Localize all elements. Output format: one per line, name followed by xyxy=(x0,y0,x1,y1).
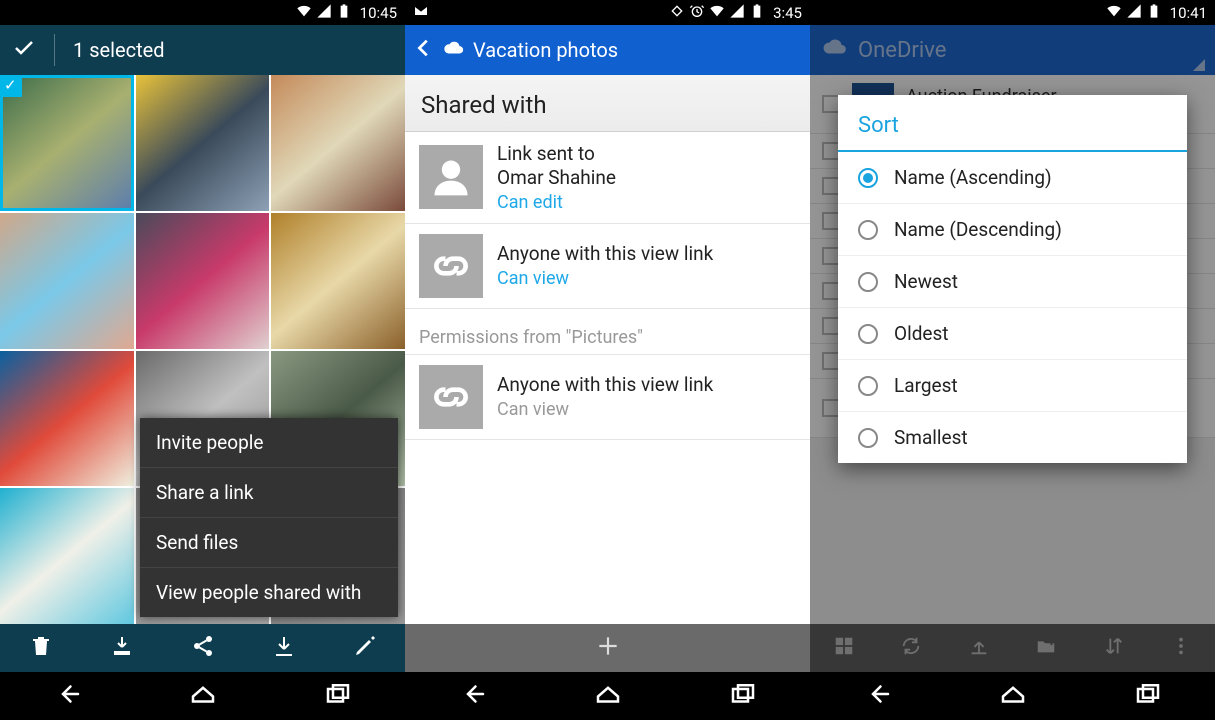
add-toolbar xyxy=(405,624,810,672)
photo-thumb[interactable] xyxy=(0,488,134,624)
status-bar: 10:41 xyxy=(810,0,1215,25)
radio-icon[interactable] xyxy=(858,220,878,240)
folder-title: Vacation photos xyxy=(473,38,618,62)
battery-icon xyxy=(1146,3,1162,23)
battery-icon xyxy=(749,3,765,23)
android-nav-bar xyxy=(810,672,1215,720)
recents-icon[interactable] xyxy=(728,679,758,713)
radio-icon[interactable] xyxy=(858,272,878,292)
person-avatar-icon xyxy=(419,145,483,209)
recents-icon[interactable] xyxy=(323,679,353,713)
permission-label: Can view xyxy=(497,268,796,289)
photo-thumb[interactable] xyxy=(0,351,134,487)
back-chevron-icon[interactable] xyxy=(413,37,435,64)
sort-option[interactable]: Name (Ascending) xyxy=(838,152,1187,204)
radio-icon[interactable] xyxy=(858,168,878,188)
sort-option[interactable]: Smallest xyxy=(838,412,1187,463)
shared-line1: Link sent to xyxy=(497,142,796,166)
back-icon[interactable] xyxy=(458,679,488,713)
sort-option[interactable]: Largest xyxy=(838,360,1187,412)
home-icon[interactable] xyxy=(998,679,1028,713)
link-icon xyxy=(419,365,483,429)
status-bar: 3:45 xyxy=(405,0,810,25)
status-time: 3:45 xyxy=(773,4,802,22)
popup-invite-people[interactable]: Invite people xyxy=(140,418,398,468)
share-popup: Invite people Share a link Send files Vi… xyxy=(140,418,398,617)
popup-view-shared[interactable]: View people shared with xyxy=(140,568,398,617)
sort-option-label: Name (Descending) xyxy=(894,218,1062,241)
wifi-icon xyxy=(296,3,312,23)
wifi-icon xyxy=(1106,3,1122,23)
android-nav-bar xyxy=(0,672,405,720)
wifi-icon xyxy=(709,3,725,23)
photo-thumb[interactable] xyxy=(0,213,134,349)
photo-grid: Invite people Share a link Send files Vi… xyxy=(0,75,405,624)
link-icon xyxy=(419,234,483,298)
download-icon[interactable] xyxy=(272,634,296,662)
mail-icon xyxy=(413,3,429,23)
shared-line2: Omar Shahine xyxy=(497,166,796,190)
sort-option-label: Name (Ascending) xyxy=(894,166,1052,189)
share-icon[interactable] xyxy=(191,634,215,662)
radio-icon[interactable] xyxy=(858,376,878,396)
battery-icon xyxy=(336,3,352,23)
radio-icon[interactable] xyxy=(858,324,878,344)
onedrive-cloud-icon xyxy=(443,37,465,64)
status-time: 10:45 xyxy=(360,4,397,22)
popup-share-link[interactable]: Share a link xyxy=(140,468,398,518)
selection-count: 1 selected xyxy=(73,38,165,62)
shared-line1: Anyone with this view link xyxy=(497,373,796,397)
android-nav-bar xyxy=(405,672,810,720)
shared-with-header: Shared with xyxy=(405,75,810,132)
home-icon[interactable] xyxy=(188,679,218,713)
action-toolbar xyxy=(0,624,405,672)
signal-icon xyxy=(729,3,745,23)
permission-label: Can view xyxy=(497,399,796,420)
photo-thumb[interactable] xyxy=(271,213,405,349)
home-icon[interactable] xyxy=(593,679,623,713)
save-to-device-icon[interactable] xyxy=(110,634,134,662)
photo-thumb[interactable] xyxy=(0,75,134,211)
back-icon[interactable] xyxy=(863,679,893,713)
sort-option-label: Oldest xyxy=(894,322,949,345)
phone-screen-1: 10:45 1 selected Invite people Share a l… xyxy=(0,0,405,720)
inherited-header: Permissions from "Pictures" xyxy=(405,309,810,355)
add-icon[interactable] xyxy=(595,633,621,663)
status-bar: 10:45 xyxy=(0,0,405,25)
phone-screen-3: 10:41 OneDrive Auction Fundraiser 748 KB… xyxy=(810,0,1215,720)
photo-thumb[interactable] xyxy=(271,75,405,211)
sort-option[interactable]: Oldest xyxy=(838,308,1187,360)
sort-option[interactable]: Newest xyxy=(838,256,1187,308)
sort-option[interactable]: Name (Descending) xyxy=(838,204,1187,256)
permission-label: Can edit xyxy=(497,192,796,213)
onedrive-main: OneDrive Auction Fundraiser 748 KB - 11/… xyxy=(810,25,1215,672)
radio-icon[interactable] xyxy=(858,428,878,448)
sort-option-label: Smallest xyxy=(894,426,968,449)
photo-thumb[interactable] xyxy=(136,213,270,349)
sort-dialog-title: Sort xyxy=(838,95,1187,152)
phone-screen-2: 3:45 Vacation photos Shared with Link se… xyxy=(405,0,810,720)
recents-icon[interactable] xyxy=(1133,679,1163,713)
shared-entry[interactable]: Anyone with this view link Can view xyxy=(405,355,810,440)
photo-thumb[interactable] xyxy=(136,75,270,211)
popup-send-files[interactable]: Send files xyxy=(140,518,398,568)
shared-line1: Anyone with this view link xyxy=(497,242,796,266)
alarm-icon xyxy=(689,3,705,23)
status-time: 10:41 xyxy=(1170,4,1207,22)
sort-option-label: Largest xyxy=(894,374,958,397)
sort-dialog: Sort Name (Ascending) Name (Descending) Ne… xyxy=(838,95,1187,463)
selection-header: 1 selected xyxy=(0,25,405,75)
rotate-icon xyxy=(669,3,685,23)
edit-icon[interactable] xyxy=(353,634,377,662)
shared-entry[interactable]: Anyone with this view link Can view xyxy=(405,224,810,309)
folder-header: Vacation photos xyxy=(405,25,810,75)
back-icon[interactable] xyxy=(53,679,83,713)
shared-entry[interactable]: Link sent to Omar Shahine Can edit xyxy=(405,132,810,224)
delete-icon[interactable] xyxy=(29,634,53,662)
sort-option-label: Newest xyxy=(894,270,958,293)
signal-icon xyxy=(1126,3,1142,23)
done-icon[interactable] xyxy=(12,36,36,65)
signal-icon xyxy=(316,3,332,23)
